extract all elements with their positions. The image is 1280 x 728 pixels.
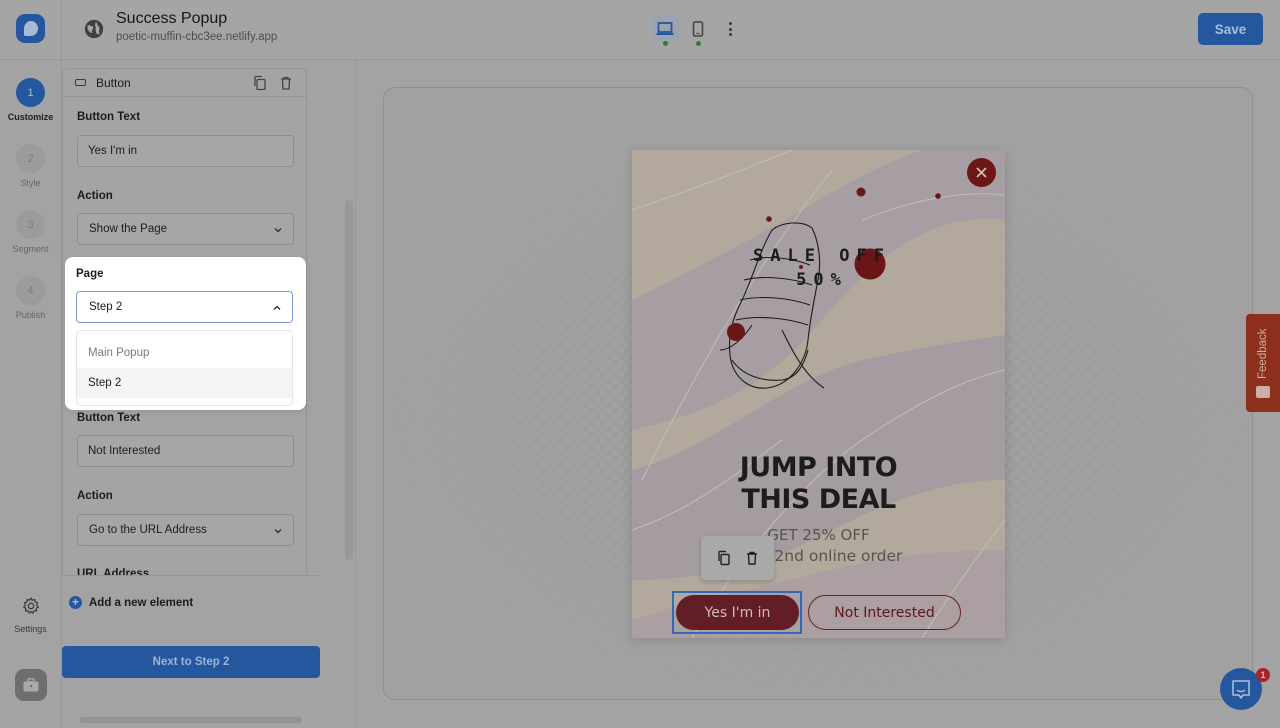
feedback-label: Feedback: [1257, 328, 1269, 380]
chevron-up-icon: [273, 305, 281, 310]
button-text-label: Button Text: [77, 111, 141, 123]
delete-icon[interactable]: [278, 75, 294, 91]
step-number: 3: [16, 210, 45, 239]
chat-unread-badge: 1: [1256, 668, 1270, 682]
button2-text-label: Button Text: [77, 412, 141, 424]
panel-scrollbar[interactable]: [345, 200, 353, 560]
popup-yes-button[interactable]: Yes I'm in: [676, 595, 799, 630]
mobile-view-button[interactable]: [684, 15, 712, 46]
step-segment[interactable]: 3 Segment: [0, 210, 61, 254]
globe-icon: [84, 19, 104, 39]
chat-icon: [1232, 680, 1250, 699]
step-label: Customize: [7, 112, 54, 122]
add-element-button[interactable]: + Add a new element: [69, 596, 193, 609]
gear-icon: [22, 597, 39, 614]
save-button[interactable]: Save: [1198, 13, 1263, 45]
laptop-icon: [656, 22, 674, 35]
sale-off-text: SALE OFF 50%: [752, 244, 892, 292]
site-domain: poetic-muffin-cbc3ee.netlify.app: [116, 31, 278, 43]
step-publish[interactable]: 4 Publish: [0, 276, 61, 320]
action-select[interactable]: Show the Page: [77, 213, 294, 245]
popup-subline-1: GET 25% OFF: [767, 526, 870, 544]
popup-subline-2: your 2nd online order: [734, 547, 903, 565]
button2-action-value: Go to the URL Address: [89, 524, 207, 536]
headline-line-1: JUMP INTO: [739, 452, 898, 483]
button2-text-input[interactable]: Not Interested: [77, 435, 294, 467]
panel-header: Button: [63, 69, 306, 97]
step-label: Publish: [15, 310, 46, 320]
popup-not-interested-button[interactable]: Not Interested: [808, 595, 961, 630]
page-option-main-popup[interactable]: Main Popup: [77, 338, 292, 368]
briefcase-icon: [23, 678, 39, 692]
step-number: 4: [16, 276, 45, 305]
button-text-input[interactable]: Yes I'm in: [77, 135, 294, 167]
chevron-down-icon: [274, 228, 282, 233]
duplicate-icon[interactable]: [716, 550, 732, 566]
step-customize[interactable]: 1 Customize: [0, 78, 61, 122]
action-label: Action: [77, 190, 113, 202]
sidebar-divider: [355, 60, 356, 728]
logo-mark: [23, 21, 38, 36]
page-title: Success Popup: [116, 10, 228, 27]
desktop-view-button[interactable]: [651, 15, 679, 46]
app-logo[interactable]: [16, 14, 45, 43]
phone-icon: [692, 21, 704, 37]
page-label: Page: [76, 268, 104, 280]
page-option-step-2[interactable]: Step 2: [77, 368, 292, 398]
panel-header-title: Button: [96, 75, 131, 90]
page-options-list: Main Popup Step 2: [76, 330, 293, 406]
close-icon: [976, 167, 987, 178]
mobile-status-dot: [695, 41, 701, 46]
add-element-label: Add a new element: [89, 596, 194, 609]
next-step-button[interactable]: Next to Step 2: [62, 646, 320, 678]
feedback-tab[interactable]: Feedback: [1246, 314, 1280, 412]
step-number: 1: [16, 78, 45, 107]
popup-headline: JUMP INTO THIS DEAL: [632, 452, 1005, 516]
settings-label: Settings: [14, 624, 47, 634]
apps-button[interactable]: [15, 669, 47, 701]
popup-close-button[interactable]: [967, 158, 996, 187]
horizontal-scrollbar[interactable]: [80, 717, 302, 723]
desktop-status-dot: [662, 41, 668, 46]
button2-action-select[interactable]: Go to the URL Address: [77, 514, 294, 546]
top-bar: Success Popup poetic-muffin-cbc3ee.netli…: [0, 0, 1280, 60]
page-select[interactable]: Step 2: [76, 291, 293, 323]
panel-footer-divider: [62, 575, 320, 576]
smiley-icon: [1256, 386, 1270, 398]
sale-line-2: 50%: [796, 270, 848, 290]
button2-action-label: Action: [77, 490, 113, 502]
plus-circle-icon: +: [69, 596, 82, 609]
step-label: Segment: [12, 244, 49, 254]
element-toolbar: [701, 536, 774, 580]
button-element-icon: [75, 79, 86, 86]
more-options-icon[interactable]: [722, 18, 738, 40]
sale-line-1: SALE OFF: [753, 246, 891, 266]
duplicate-icon[interactable]: [252, 75, 268, 91]
headline-line-2: THIS DEAL: [741, 484, 896, 515]
page-select-value: Step 2: [89, 301, 123, 313]
step-style[interactable]: 2 Style: [0, 144, 61, 188]
action-select-value: Show the Page: [89, 223, 168, 235]
settings-button[interactable]: Settings: [0, 596, 61, 634]
delete-icon[interactable]: [744, 550, 760, 566]
page-field-card: Page Step 2 Main Popup Step 2: [65, 257, 306, 410]
step-label: Style: [20, 178, 41, 188]
step-number: 2: [16, 144, 45, 173]
chevron-down-icon: [274, 529, 282, 534]
